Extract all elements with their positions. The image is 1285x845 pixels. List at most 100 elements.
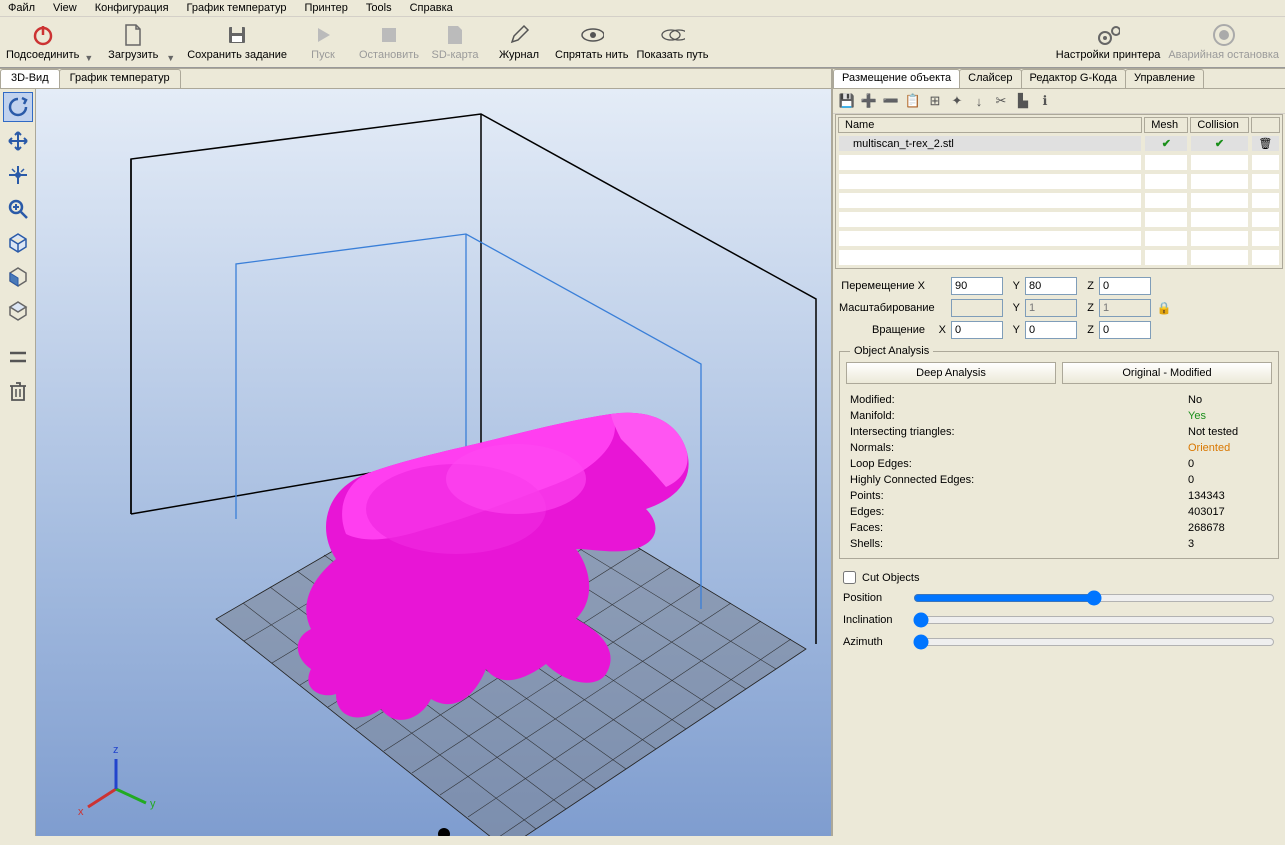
col-name[interactable]: Name xyxy=(838,117,1142,133)
cut-objects-label: Cut Objects xyxy=(862,572,919,584)
rotate-label: Вращение xyxy=(839,324,929,336)
tab-3d-view[interactable]: 3D-Вид xyxy=(0,69,60,88)
cut-position-slider[interactable] xyxy=(913,590,1275,606)
tab-control[interactable]: Управление xyxy=(1125,69,1204,88)
center-icon[interactable]: ✦ xyxy=(949,93,965,109)
deep-analysis-button[interactable]: Deep Analysis xyxy=(846,362,1056,384)
parallel-view-button[interactable] xyxy=(3,342,33,372)
tab-temp-chart[interactable]: График температур xyxy=(59,69,181,88)
power-icon xyxy=(31,23,55,47)
rotate-x-input[interactable] xyxy=(951,321,1003,339)
mirror-icon[interactable]: ▙ xyxy=(1015,93,1031,109)
row-delete-icon[interactable]: 🗑 xyxy=(1251,135,1280,152)
load-dropdown-icon[interactable]: ▼ xyxy=(166,53,175,63)
cut-inclination-slider[interactable] xyxy=(913,612,1275,628)
translate-y-input[interactable] xyxy=(1025,277,1077,295)
log-button[interactable]: Журнал xyxy=(487,21,551,63)
save-icon[interactable]: 💾 xyxy=(839,93,855,109)
menu-config[interactable]: Конфигурация xyxy=(95,2,169,14)
menu-temp-chart[interactable]: График температур xyxy=(187,2,287,14)
object-toolbar: 💾 ➕ ➖ 📋 ⊞ ✦ ↓ ✂ ▙ ℹ xyxy=(833,89,1285,114)
object-name: multiscan_t-rex_2.stl xyxy=(838,135,1142,152)
emergency-stop-button[interactable]: Аварийная остановка xyxy=(1164,21,1283,63)
svg-text:z: z xyxy=(113,744,119,756)
show-path-button[interactable]: Показать путь xyxy=(633,21,713,63)
scale-label: Масштабирование xyxy=(839,302,929,314)
translate-z-input[interactable] xyxy=(1099,277,1151,295)
scale-x-input[interactable] xyxy=(951,299,1003,317)
save-icon xyxy=(225,23,249,47)
menu-file[interactable]: Файл xyxy=(8,2,35,14)
hide-filament-button[interactable]: Спрятать нить xyxy=(551,21,632,63)
translate-x-input[interactable] xyxy=(951,277,1003,295)
top-view-button[interactable] xyxy=(3,296,33,326)
transform-panel: Перемещение X Y Z Масштабирование Y Z 🔒 … xyxy=(833,269,1285,347)
rotate-z-input[interactable] xyxy=(1099,321,1151,339)
move-view-button[interactable] xyxy=(3,126,33,156)
rotate-y-input[interactable] xyxy=(1025,321,1077,339)
front-view-button[interactable] xyxy=(3,262,33,292)
col-collision[interactable]: Collision xyxy=(1190,117,1248,133)
object-analysis-panel: Object Analysis Deep Analysis Original -… xyxy=(839,351,1279,559)
add-icon[interactable]: ➕ xyxy=(861,93,877,109)
cut-objects-checkbox[interactable] xyxy=(843,571,856,584)
menu-tools[interactable]: Tools xyxy=(366,2,392,14)
col-delete xyxy=(1251,117,1280,133)
view-tabs: 3D-Вид График температур xyxy=(0,69,831,89)
sdcard-icon xyxy=(443,23,467,47)
drop-icon[interactable]: ↓ xyxy=(971,93,987,109)
lock-icon[interactable]: 🔒 xyxy=(1153,301,1175,315)
menu-help[interactable]: Справка xyxy=(410,2,453,14)
emergency-icon xyxy=(1212,23,1236,47)
table-row[interactable]: multiscan_t-rex_2.stl ✔ ✔ 🗑 xyxy=(838,135,1280,152)
copy-icon[interactable]: 📋 xyxy=(905,93,921,109)
remove-icon[interactable]: ➖ xyxy=(883,93,899,109)
col-mesh[interactable]: Mesh xyxy=(1144,117,1188,133)
analysis-title: Object Analysis xyxy=(850,345,933,357)
gears-icon xyxy=(1096,23,1120,47)
svg-text:y: y xyxy=(150,798,156,810)
load-button[interactable]: Загрузить xyxy=(101,21,165,63)
cut-azimuth-slider[interactable] xyxy=(913,634,1275,650)
menubar: Файл View Конфигурация График температур… xyxy=(0,0,1285,17)
info-icon[interactable]: ℹ xyxy=(1037,93,1053,109)
menu-view[interactable]: View xyxy=(53,2,77,14)
cut-objects-panel: Cut Objects Position Inclination Azimuth xyxy=(833,563,1285,664)
scale-z-input[interactable] xyxy=(1099,299,1151,317)
3d-viewport[interactable]: x y z xyxy=(36,89,831,836)
printer-settings-button[interactable]: Настройки принтера xyxy=(1052,21,1165,63)
autoplace-icon[interactable]: ⊞ xyxy=(927,93,943,109)
mesh-ok-icon: ✔ xyxy=(1144,135,1188,152)
rotate-view-button[interactable] xyxy=(3,92,33,122)
connect-button[interactable]: Подсоединить xyxy=(2,21,83,63)
stop-button[interactable]: Остановить xyxy=(355,21,423,63)
zoom-button[interactable] xyxy=(3,194,33,224)
move-object-button[interactable] xyxy=(3,160,33,190)
scale-y-input[interactable] xyxy=(1025,299,1077,317)
split-icon[interactable]: ✂ xyxy=(993,93,1009,109)
right-tabs: Размещение объекта Слайсер Редактор G-Ко… xyxy=(833,69,1285,89)
play-icon xyxy=(311,23,335,47)
tab-slicer[interactable]: Слайсер xyxy=(959,69,1021,88)
eye-icon xyxy=(580,23,604,47)
main-toolbar: Подсоединить ▼ Загрузить ▼ Сохранить зад… xyxy=(0,17,1285,68)
document-icon xyxy=(121,23,145,47)
sdcard-button[interactable]: SD-карта xyxy=(423,21,487,63)
pencil-icon xyxy=(507,23,531,47)
tab-object-placement[interactable]: Размещение объекта xyxy=(833,69,960,88)
isometric-view-button[interactable] xyxy=(3,228,33,258)
translate-label: Перемещение X xyxy=(839,280,929,292)
eye-path-icon xyxy=(661,23,685,47)
delete-button[interactable] xyxy=(3,376,33,406)
view-side-toolbar xyxy=(0,89,36,836)
stop-icon xyxy=(377,23,401,47)
svg-text:x: x xyxy=(78,806,84,818)
build-volume-wireframe: x y z xyxy=(36,89,831,836)
menu-printer[interactable]: Принтер xyxy=(305,2,348,14)
tab-gcode-editor[interactable]: Редактор G-Кода xyxy=(1021,69,1126,88)
connect-dropdown-icon[interactable]: ▼ xyxy=(84,53,93,63)
start-button[interactable]: Пуск xyxy=(291,21,355,63)
original-modified-button[interactable]: Original - Modified xyxy=(1062,362,1272,384)
objects-table: Name Mesh Collision multiscan_t-rex_2.st… xyxy=(835,114,1283,269)
save-job-button[interactable]: Сохранить задание xyxy=(183,21,291,63)
